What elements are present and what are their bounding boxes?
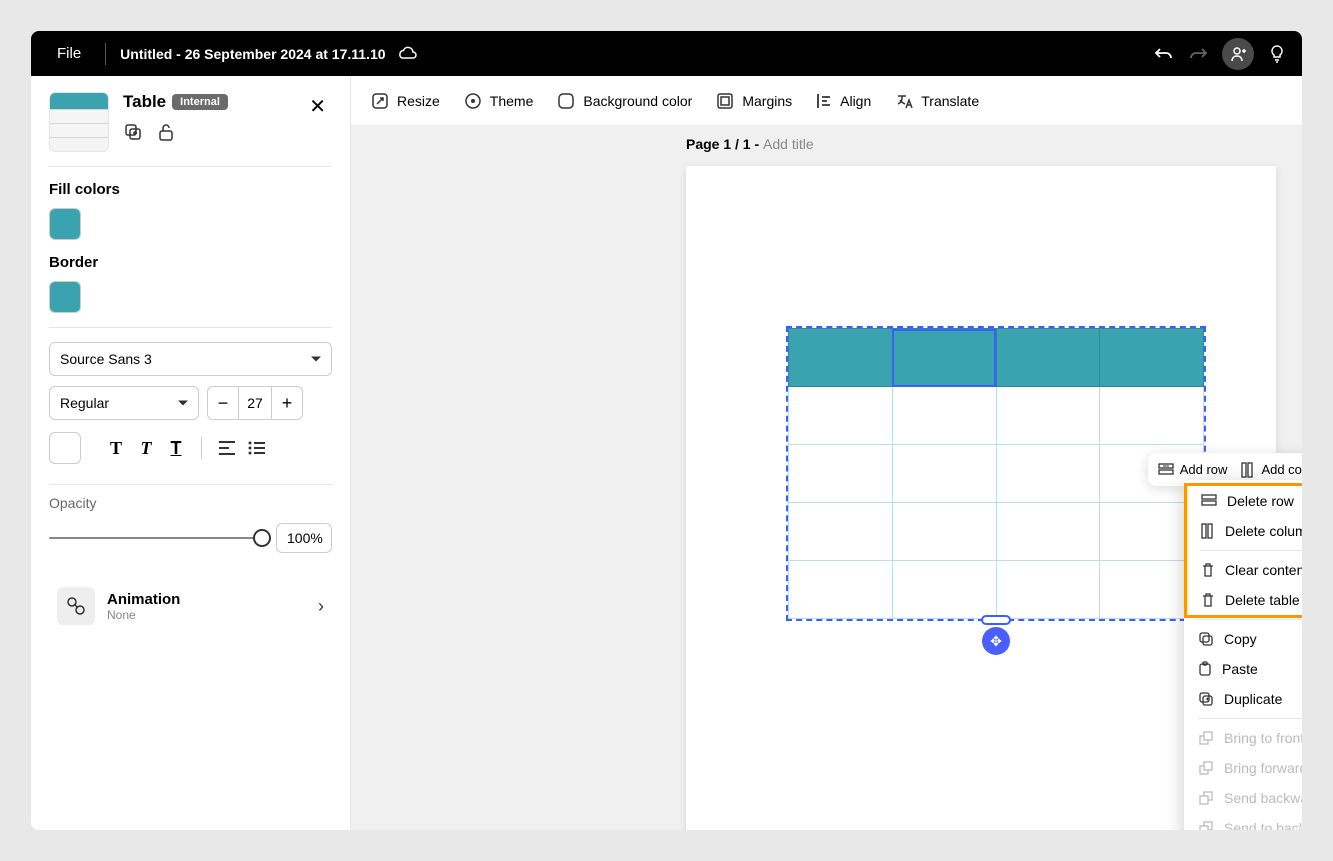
font-size-plus[interactable]: + (272, 387, 302, 419)
titlebar: File Untitled - 26 September 2024 at 17.… (31, 31, 1302, 76)
resize-button[interactable]: Resize (371, 92, 440, 110)
underline-button[interactable]: T (161, 433, 191, 463)
theme-button[interactable]: Theme (464, 92, 534, 110)
menu-delete-row[interactable]: Delete row (1187, 486, 1302, 516)
animation-value: None (107, 608, 180, 622)
opacity-slider[interactable] (49, 537, 262, 539)
close-icon[interactable]: ✕ (303, 92, 332, 121)
add-column-button[interactable]: Add column (1241, 462, 1302, 478)
animation-row[interactable]: Animation None › (49, 579, 332, 633)
bold-button[interactable]: T (101, 433, 131, 463)
align-button[interactable] (212, 433, 242, 463)
unlock-icon[interactable] (157, 122, 175, 142)
border-color-swatch[interactable] (49, 281, 81, 313)
divider (105, 43, 106, 65)
hint-icon[interactable] (1268, 44, 1286, 64)
page-info[interactable]: Page 1 / 1 - Add title (686, 136, 814, 152)
internal-badge: Internal (172, 94, 228, 110)
menu-send-backward[interactable]: Send backward⌘[ (1184, 783, 1302, 813)
menu-bring-front[interactable]: Bring to front⌥⌘] (1184, 723, 1302, 753)
file-menu[interactable]: File (47, 45, 91, 62)
margins-button[interactable]: Margins (716, 92, 792, 110)
menu-delete-table[interactable]: Delete table (1187, 585, 1302, 615)
chevron-right-icon: › (318, 596, 324, 617)
font-size-stepper[interactable]: − + (207, 386, 303, 420)
menu-bring-forward[interactable]: Bring forward⌘] (1184, 753, 1302, 783)
context-menu: Delete row Delete column Clear contentBa… (1184, 480, 1302, 830)
document-title[interactable]: Untitled - 26 September 2024 at 17.11.10 (120, 46, 385, 62)
table-object[interactable]: ✥ Add row Add column ••• Delete row Dele… (786, 326, 1206, 621)
font-family-select[interactable]: Source Sans 3 (49, 342, 332, 376)
background-button[interactable]: Background color (557, 92, 692, 110)
text-color-swatch[interactable] (49, 432, 81, 464)
add-row-button[interactable]: Add row (1158, 462, 1228, 477)
border-label: Border (49, 254, 332, 271)
menu-paste[interactable]: Paste⌘V (1184, 654, 1302, 684)
fill-colors-label: Fill colors (49, 181, 332, 198)
redo-icon[interactable] (1188, 45, 1208, 63)
font-weight-select[interactable]: Regular (49, 386, 199, 420)
canvas-page[interactable]: ✥ Add row Add column ••• Delete row Dele… (686, 166, 1276, 830)
animation-title: Animation (107, 591, 180, 608)
menu-send-back[interactable]: Send to back⌥⌘[ (1184, 813, 1302, 830)
align-button-toolbar[interactable]: Align (816, 92, 871, 110)
italic-button[interactable]: T (131, 433, 161, 463)
menu-clear-content[interactable]: Clear contentBackspace (1187, 555, 1302, 585)
font-size-minus[interactable]: − (208, 387, 238, 419)
undo-icon[interactable] (1154, 45, 1174, 63)
cloud-icon[interactable] (398, 46, 418, 62)
fill-color-swatch[interactable] (49, 208, 81, 240)
opacity-label: Opacity (49, 495, 332, 511)
animation-icon (57, 587, 95, 625)
resize-handle[interactable] (981, 615, 1011, 625)
translate-button[interactable]: Translate (895, 92, 979, 110)
menu-copy[interactable]: Copy⌘C (1184, 624, 1302, 654)
canvas-toolbar: Resize Theme Background color Margins Al… (351, 76, 1302, 126)
object-type-label: Table (123, 92, 166, 112)
duplicate-icon[interactable] (123, 122, 143, 142)
object-thumbnail (49, 92, 109, 152)
menu-delete-column[interactable]: Delete column (1187, 516, 1302, 546)
font-size-input[interactable] (238, 387, 272, 419)
opacity-value[interactable]: 100% (276, 523, 332, 553)
move-handle[interactable]: ✥ (982, 627, 1010, 655)
share-user-icon[interactable] (1222, 38, 1254, 70)
menu-duplicate[interactable]: Duplicate⌘D (1184, 684, 1302, 714)
properties-sidebar: Table Internal ✕ Fill colors Border (31, 76, 351, 830)
list-button[interactable] (242, 433, 272, 463)
